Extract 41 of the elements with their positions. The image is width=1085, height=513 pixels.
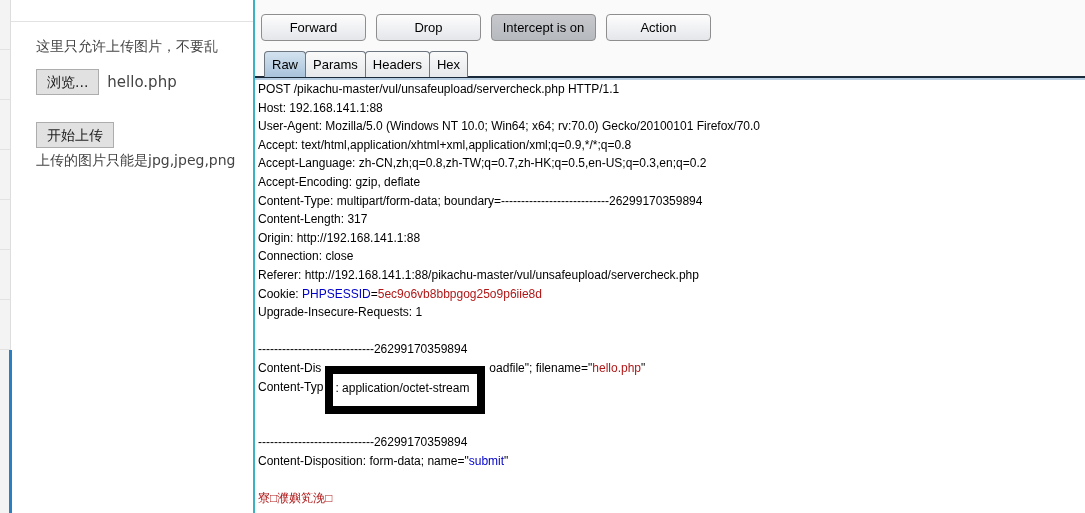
request-text: Referer: http://192.168.141.1:88/pikachu-master/vul/unsafeupload/servercheck.php <box>258 266 699 284</box>
request-text: = <box>370 285 378 303</box>
file-name: hello.php <box>107 73 177 91</box>
upload-button[interactable]: 开始上传 <box>36 122 114 148</box>
browse-button[interactable]: 浏览... <box>36 69 100 95</box>
request-text: -----------------------------26299170359894 <box>258 434 468 452</box>
upload-hint: 上传的图片只能是jpg,jpeg,png <box>36 151 237 170</box>
request-text: " <box>504 452 509 470</box>
request-text: POST /pikachu-master/vul/unsafeupload/servercheck.php HTTP/1.1 <box>258 81 620 98</box>
request-text: Upgrade-Insecure-Requests: 1 <box>258 304 423 322</box>
parameter-name: submit <box>468 452 505 470</box>
request-text: Host: 192.168.141.1:88 <box>258 99 383 117</box>
request-text: Accept-Language: zh-CN,zh;q=0.8,zh-TW;q=0.7,zh-HK;q=0.5,en-US;q=0.3,en;q=0.2 <box>258 155 707 173</box>
parameter-value: hello.php <box>592 359 641 377</box>
request-text: Connection: close <box>258 248 354 266</box>
upload-notice: 这里只允许上传图片，不要乱 <box>36 37 219 56</box>
view-tab[interactable]: Headers <box>364 51 430 77</box>
request-text: oadfile"; filename=" <box>489 359 593 377</box>
parameter-value: 5ec9o6vb8bbpgog25o9p6iie8d <box>377 285 542 303</box>
toolbar-button[interactable]: Forward <box>261 14 366 41</box>
request-text: Origin: http://192.168.141.1:88 <box>258 229 421 247</box>
toolbar-button[interactable]: Intercept is on <box>491 14 596 41</box>
parameter-value: 寮□濮嬩笂浼□ <box>258 490 333 508</box>
request-text: Content-Length: 317 <box>258 211 368 229</box>
view-tab[interactable]: Raw <box>264 51 306 77</box>
request-text: User-Agent: Mozilla/5.0 (Windows NT 10.0; Win64; x64; rv:70.0) Gecko/20100101 Firefox/70.0 <box>258 118 760 136</box>
request-text: Cookie: <box>258 285 300 303</box>
view-tab[interactable]: Params <box>305 51 366 77</box>
request-text: Content-Typ <box>258 378 324 396</box>
toolbar-button[interactable]: Drop <box>376 14 481 41</box>
request-text: Content-Disposition: form-data; name=" <box>258 452 469 470</box>
request-text: Content-Type: multipart/form-data; boundary=---------------------------26299170359894 <box>258 192 703 210</box>
request-text: Accept: text/html,application/xhtml+xml,application/xml;q=0.9,*/*;q=0.8 <box>258 136 632 154</box>
request-text: -----------------------------26299170359894 <box>258 341 468 359</box>
highlight-annotation: : application/octet-stream <box>325 365 486 414</box>
request-text: Content-Dis <box>258 359 322 377</box>
toolbar-button[interactable]: Action <box>606 14 711 41</box>
view-tab[interactable]: Hex <box>428 51 469 77</box>
request-text: " <box>641 359 646 377</box>
parameter-name: PHPSESSID <box>302 285 371 303</box>
request-text: Accept-Encoding: gzip, deflate <box>258 173 421 191</box>
